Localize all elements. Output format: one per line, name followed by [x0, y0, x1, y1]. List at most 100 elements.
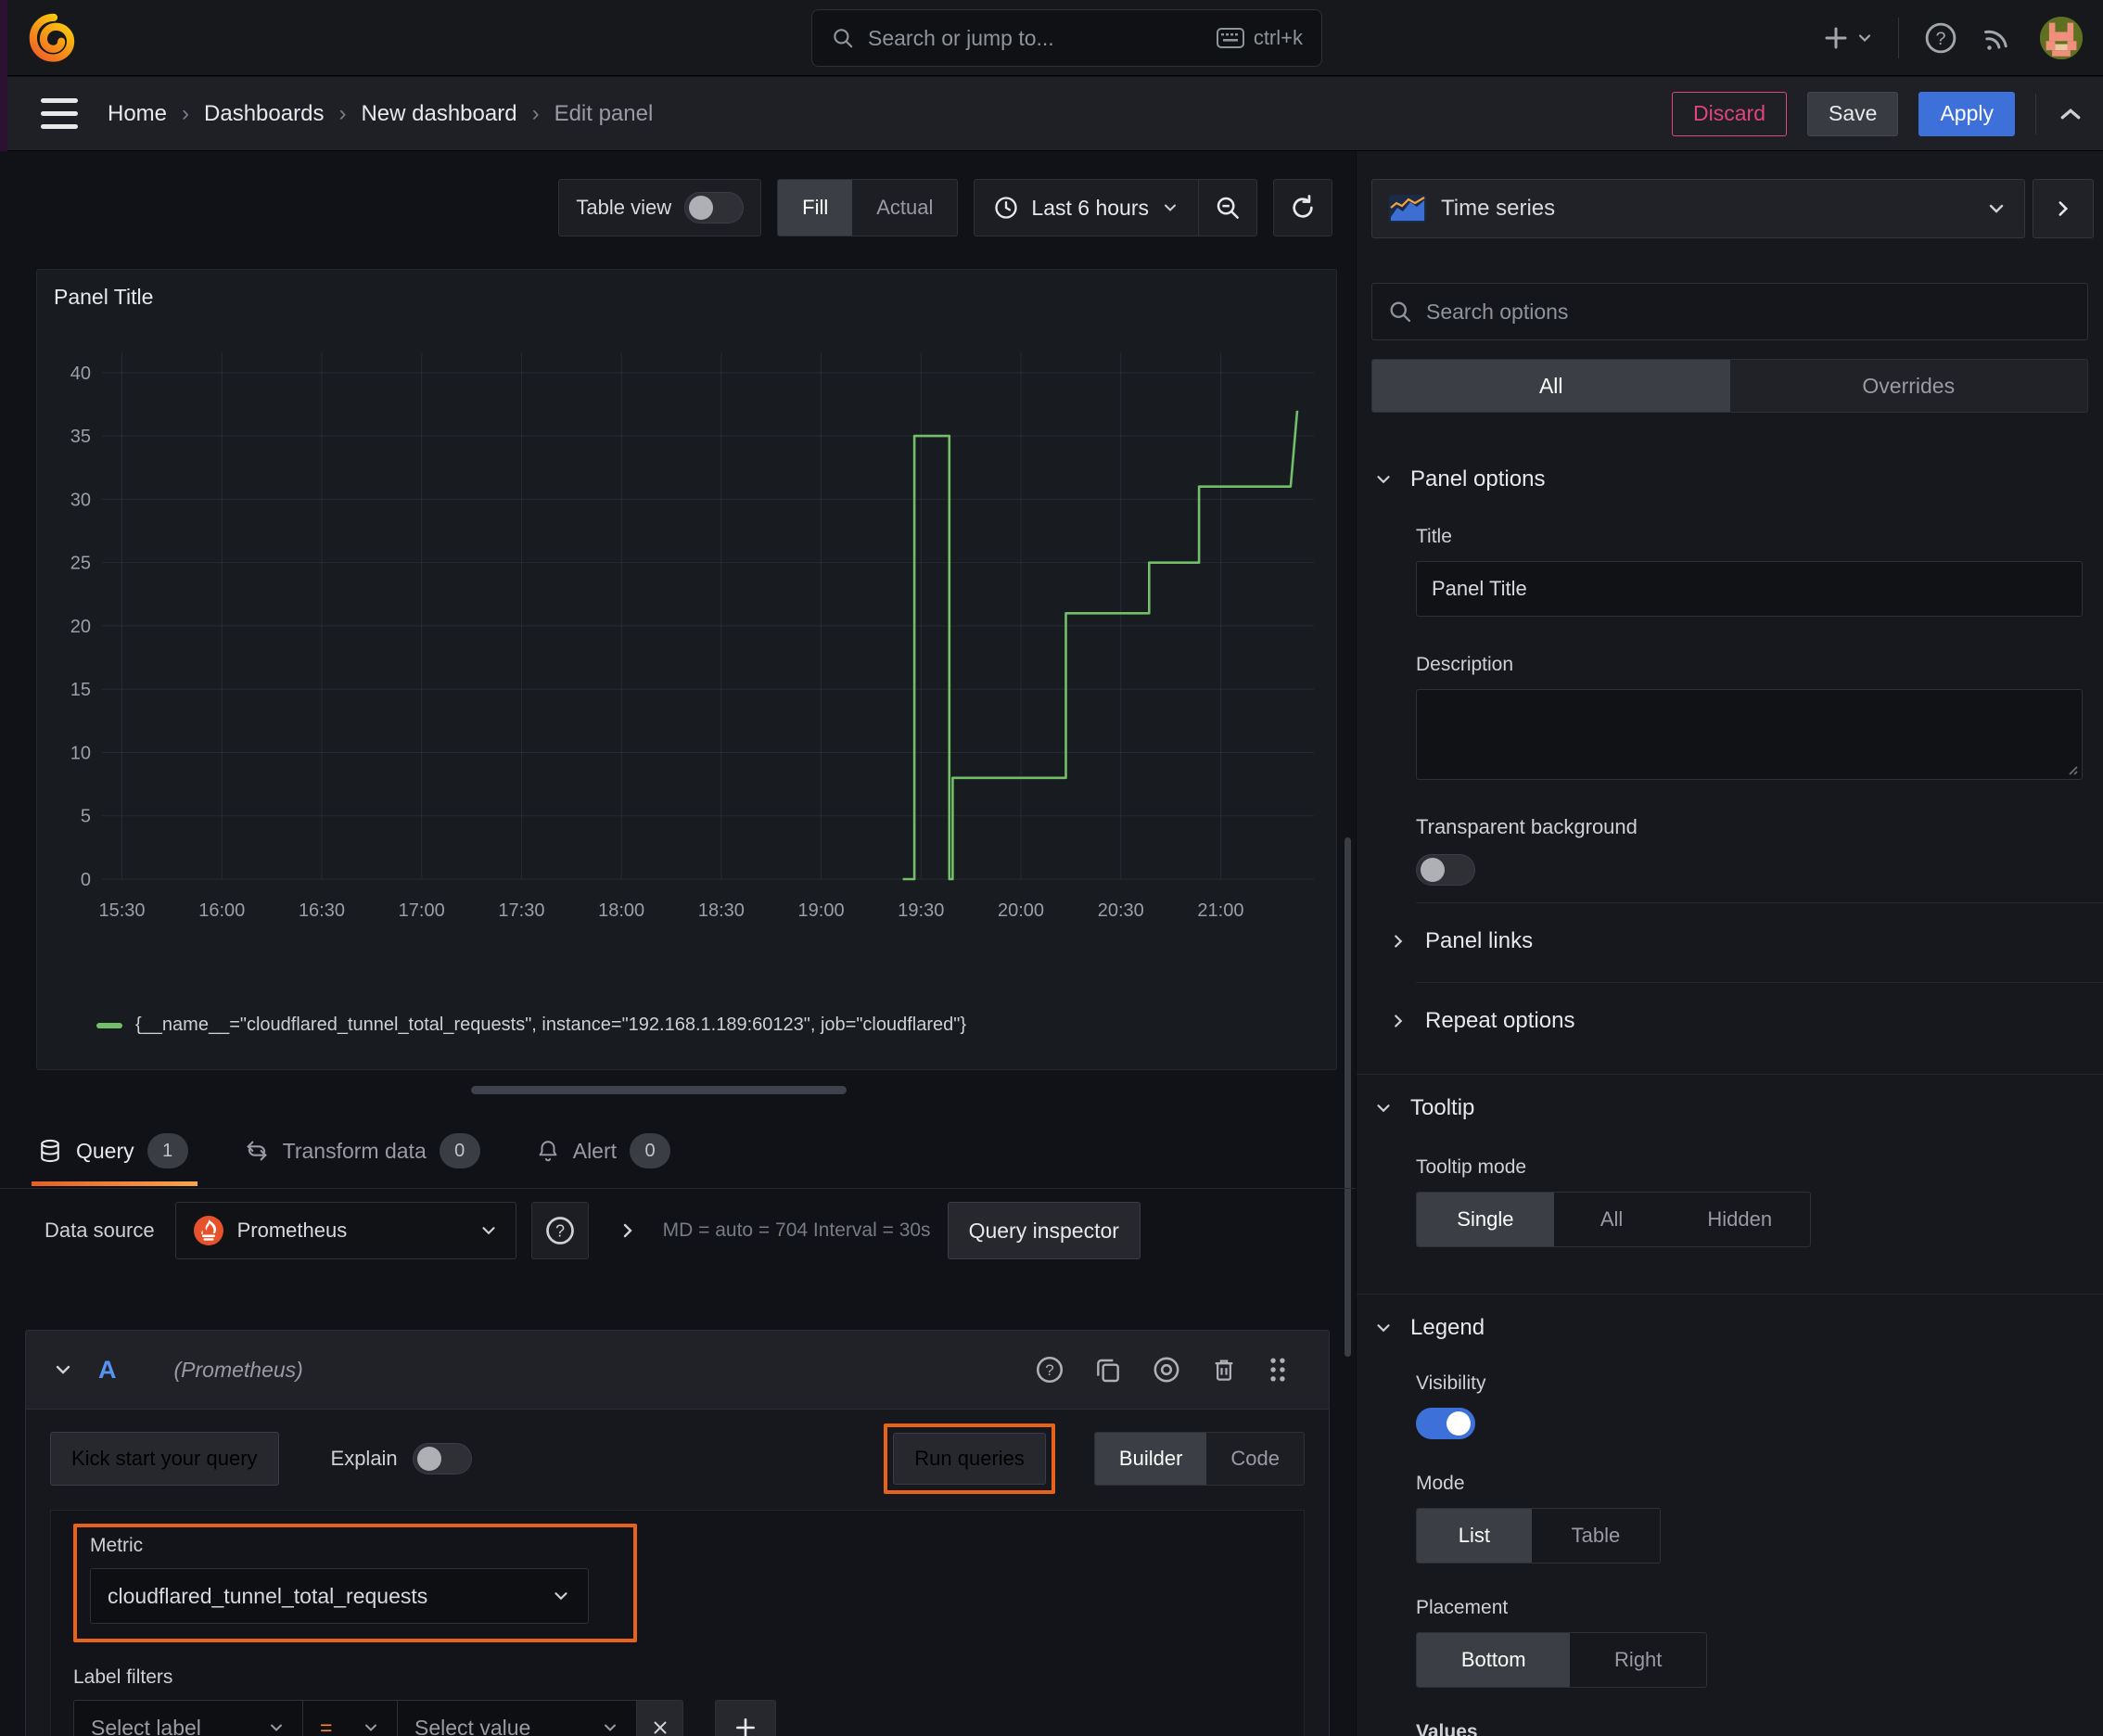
- time-range-button[interactable]: Last 6 hours: [975, 195, 1198, 221]
- divider: [1898, 18, 1899, 58]
- query-count-badge: 1: [147, 1133, 188, 1168]
- alert-count-badge: 0: [630, 1133, 671, 1168]
- tooltip-all-option[interactable]: All: [1554, 1193, 1670, 1246]
- refresh-button[interactable]: [1273, 179, 1332, 236]
- breadcrumb-home[interactable]: Home: [108, 101, 167, 127]
- query-row-header[interactable]: A (Prometheus) ?: [25, 1330, 1330, 1410]
- placement-right-option[interactable]: Right: [1570, 1633, 1706, 1687]
- panel-resize-handle[interactable]: [471, 1086, 847, 1094]
- top-nav-actions: ?: [1822, 0, 2083, 76]
- apply-button[interactable]: Apply: [1918, 91, 2015, 136]
- panel-title-input[interactable]: Panel Title: [1416, 561, 2083, 617]
- plus-icon: [736, 1718, 755, 1736]
- legend-header[interactable]: Legend: [1357, 1315, 2103, 1341]
- svg-text:0: 0: [81, 870, 91, 890]
- tab-alert[interactable]: Alert 0: [536, 1116, 671, 1186]
- tab-query[interactable]: Query 1: [32, 1116, 198, 1186]
- time-series-chart[interactable]: 0 5 10 15 20 25 30 35 40 15:30 16:00 16:30 17:00 17:3…: [48, 312, 1327, 1013]
- kick-start-button[interactable]: Kick start your query: [50, 1432, 279, 1486]
- legend-table-option[interactable]: Table: [1532, 1509, 1660, 1563]
- chevron-down-icon: [482, 1227, 495, 1235]
- panel-options-section: Panel options Title Panel Title Descript…: [1357, 466, 2103, 886]
- help-icon[interactable]: ?: [1034, 1354, 1065, 1385]
- repeat-options-row[interactable]: Repeat options: [1357, 1008, 2103, 1034]
- add-filter-button[interactable]: [715, 1700, 776, 1736]
- save-button[interactable]: Save: [1807, 91, 1899, 136]
- operator-dropdown[interactable]: =: [303, 1700, 398, 1736]
- svg-text:20:00: 20:00: [998, 900, 1044, 921]
- select-label-dropdown[interactable]: Select label: [73, 1700, 303, 1736]
- discard-button[interactable]: Discard: [1672, 91, 1788, 136]
- svg-text:16:30: 16:30: [299, 900, 345, 921]
- zoom-out-button[interactable]: [1199, 180, 1256, 236]
- tooltip-hidden-option[interactable]: Hidden: [1669, 1193, 1810, 1246]
- svg-text:18:00: 18:00: [598, 900, 644, 921]
- transform-count-badge: 0: [439, 1133, 480, 1168]
- section-divider: [1357, 1074, 2103, 1075]
- zoom-out-icon: [1217, 197, 1239, 219]
- panel-links-row[interactable]: Panel links: [1357, 928, 2103, 954]
- description-textarea[interactable]: [1416, 689, 2083, 780]
- title-field-label: Title: [1416, 526, 1452, 547]
- trash-icon[interactable]: [1210, 1355, 1238, 1385]
- expand-options-icon[interactable]: [617, 1219, 639, 1242]
- svg-text:15: 15: [70, 680, 91, 700]
- rss-icon: [1983, 30, 2007, 50]
- news-feed-button[interactable]: [1982, 21, 2016, 55]
- chevron-down-icon[interactable]: [52, 1359, 74, 1381]
- datasource-picker[interactable]: Prometheus: [174, 1202, 516, 1259]
- svg-text:20:30: 20:30: [1098, 900, 1144, 921]
- datasource-help-button[interactable]: ?: [530, 1202, 589, 1259]
- remove-filter-button[interactable]: [637, 1700, 683, 1736]
- visualization-picker[interactable]: Time series: [1371, 179, 2025, 238]
- legend-list-option[interactable]: List: [1417, 1509, 1532, 1563]
- svg-text:19:30: 19:30: [898, 900, 944, 921]
- actual-option[interactable]: Actual: [852, 180, 957, 236]
- resize-handle-icon[interactable]: [2064, 761, 2079, 776]
- svg-text:15:30: 15:30: [99, 900, 146, 921]
- new-menu-button[interactable]: [1822, 24, 1874, 52]
- tooltip-header[interactable]: Tooltip: [1357, 1095, 2103, 1121]
- metric-select[interactable]: cloudflared_tunnel_total_requests: [90, 1568, 589, 1624]
- fill-option[interactable]: Fill: [778, 180, 853, 236]
- tooltip-single-option[interactable]: Single: [1417, 1193, 1554, 1246]
- table-view-toggle[interactable]: [684, 192, 745, 223]
- builder-option[interactable]: Builder: [1094, 1433, 1207, 1485]
- explain-toggle[interactable]: [412, 1443, 472, 1474]
- refresh-icon: [1293, 195, 1313, 218]
- tab-transform-data[interactable]: Transform data 0: [244, 1116, 480, 1186]
- transparent-bg-toggle[interactable]: [1416, 854, 1475, 886]
- hide-response-icon[interactable]: [1151, 1354, 1182, 1385]
- svg-text:20: 20: [70, 617, 91, 637]
- vertical-scrollbar[interactable]: [1345, 837, 1351, 1357]
- run-queries-annotation: Run queries: [884, 1423, 1055, 1494]
- svg-text:21:00: 21:00: [1197, 900, 1243, 921]
- series-label[interactable]: {__name__="cloudflared_tunnel_total_requ…: [135, 1015, 966, 1036]
- svg-text:16:00: 16:00: [198, 900, 245, 921]
- breadcrumb-dashboards[interactable]: Dashboards: [204, 101, 324, 127]
- breadcrumb-new-dashboard[interactable]: New dashboard: [361, 101, 516, 127]
- help-button[interactable]: ?: [1923, 20, 1958, 56]
- global-search-input[interactable]: Search or jump to... ctrl+k: [811, 9, 1322, 67]
- user-avatar[interactable]: [2040, 17, 2083, 59]
- code-option[interactable]: Code: [1206, 1433, 1304, 1485]
- tab-all-options[interactable]: All: [1372, 360, 1730, 412]
- query-inspector-button[interactable]: Query inspector: [947, 1202, 1141, 1259]
- chevron-right-icon: [2058, 201, 2069, 216]
- top-nav: Search or jump to... ctrl+k ?: [0, 0, 2103, 76]
- placement-bottom-option[interactable]: Bottom: [1417, 1633, 1571, 1687]
- select-value-dropdown[interactable]: Select value: [398, 1700, 637, 1736]
- panel-toolbar: Table view Fill Actual Last 6 hours: [558, 179, 1332, 236]
- legend-visibility-toggle[interactable]: [1416, 1408, 1475, 1439]
- run-queries-button[interactable]: Run queries: [893, 1433, 1046, 1485]
- grafana-logo-icon[interactable]: [28, 12, 80, 64]
- collapse-options-icon[interactable]: [2057, 100, 2084, 128]
- panel-options-header[interactable]: Panel options: [1357, 466, 2103, 492]
- duplicate-icon[interactable]: [1093, 1355, 1123, 1385]
- options-search-input[interactable]: Search options: [1371, 283, 2088, 340]
- divider: [2035, 93, 2036, 134]
- tab-overrides[interactable]: Overrides: [1730, 360, 2088, 412]
- drag-handle-icon[interactable]: [1266, 1355, 1290, 1385]
- toggle-viz-picker-button[interactable]: [2033, 179, 2094, 238]
- menu-toggle-button[interactable]: [41, 93, 83, 135]
